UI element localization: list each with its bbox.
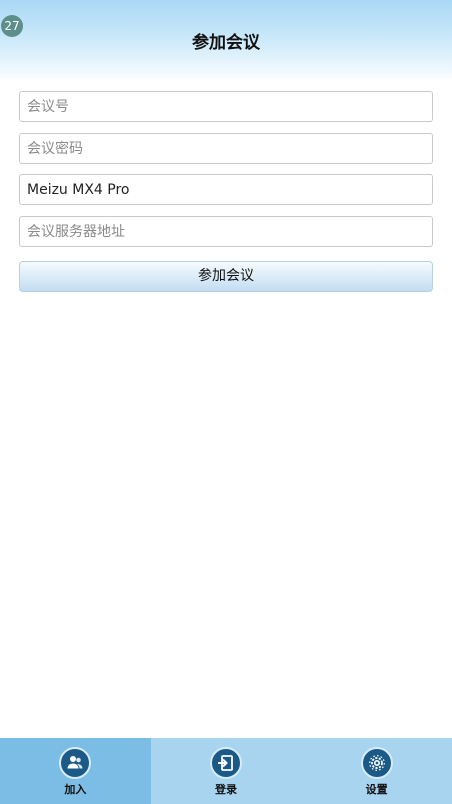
page-title: 参加会议 — [192, 33, 260, 53]
header-bar: 27 参加会议 — [0, 0, 452, 82]
meeting-id-input[interactable] — [19, 91, 433, 122]
tab-login-label: 登录 — [215, 783, 237, 796]
tab-login[interactable]: 登录 — [151, 738, 302, 804]
bottom-tab-bar: 加入 登录 设置 — [0, 738, 452, 804]
tab-settings-label: 设置 — [365, 783, 388, 796]
server-address-input[interactable] — [19, 216, 433, 247]
tab-join-label: 加入 — [64, 783, 87, 796]
display-name-input[interactable] — [19, 174, 433, 205]
tab-join[interactable]: 加入 — [0, 738, 151, 804]
join-meeting-button[interactable]: 参加会议 — [19, 261, 433, 292]
tab-settings[interactable]: 设置 — [301, 738, 452, 804]
login-icon — [210, 747, 242, 779]
screen: 27 参加会议 参加会议 加入 — [0, 0, 452, 804]
users-icon — [59, 747, 92, 779]
gear-icon — [360, 747, 393, 779]
meeting-password-input[interactable] — [19, 133, 433, 164]
